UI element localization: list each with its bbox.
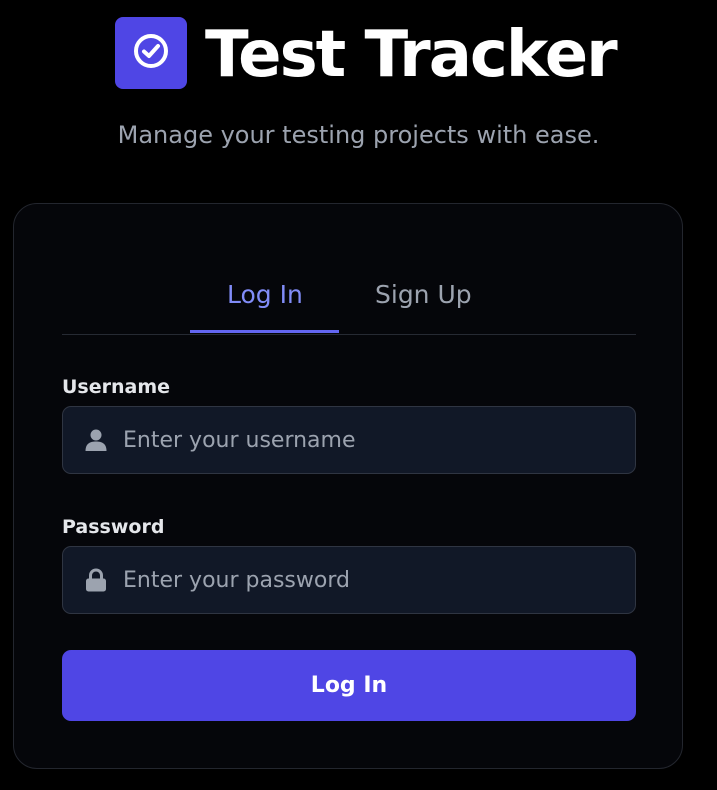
active-tab-indicator bbox=[190, 330, 339, 333]
password-input[interactable] bbox=[123, 547, 623, 613]
login-button[interactable]: Log In bbox=[62, 650, 636, 721]
lock-icon bbox=[84, 568, 108, 592]
auth-tabs: Log In Sign Up bbox=[62, 204, 636, 335]
auth-card: Log In Sign Up Username Password bbox=[13, 203, 683, 769]
app-tagline: Manage your testing projects with ease. bbox=[117, 121, 600, 149]
username-input[interactable] bbox=[123, 407, 623, 473]
tab-signup[interactable]: Sign Up bbox=[375, 278, 472, 312]
login-page: Test Tracker Manage your testing project… bbox=[0, 0, 717, 790]
username-label: Username bbox=[62, 376, 171, 398]
password-label: Password bbox=[62, 516, 165, 538]
password-field-wrapper bbox=[62, 546, 636, 614]
app-header: Test Tracker bbox=[0, 17, 717, 92]
tab-login[interactable]: Log In bbox=[227, 278, 303, 312]
user-icon bbox=[84, 428, 108, 452]
check-circle-icon bbox=[131, 31, 171, 75]
app-title: Test Tracker bbox=[205, 18, 618, 92]
username-field-wrapper bbox=[62, 406, 636, 474]
app-logo bbox=[115, 17, 187, 89]
